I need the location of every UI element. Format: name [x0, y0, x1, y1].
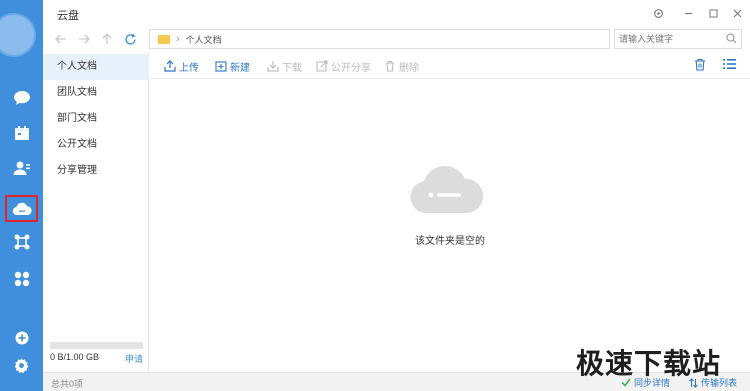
upload-button[interactable]: 上传 [164, 59, 199, 74]
sidebar-item-department-docs[interactable]: 部门文档 [43, 106, 149, 132]
delete-label: 删除 [399, 62, 419, 74]
sidebar-item-share-management[interactable]: 分享管理 [43, 158, 149, 184]
storage-progress-bar [50, 342, 143, 349]
sidebar: 个人文档 团队文档 部门文档 公开文档 分享管理 0 B/1.00 GB 申请 [43, 52, 149, 372]
add-icon[interactable] [0, 323, 43, 353]
public-share-button[interactable]: 公开分享 [316, 59, 371, 74]
apply-storage-link[interactable]: 申请 [125, 352, 143, 365]
storage-quota: 0 B/1.00 GB 申请 [50, 342, 143, 364]
refresh-icon[interactable] [122, 31, 138, 47]
download-label: 下载 [282, 62, 302, 74]
sidebar-item-public-docs[interactable]: 公开文档 [43, 132, 149, 158]
settings-icon[interactable] [0, 350, 43, 380]
navigation-bar: › 个人文档 [43, 26, 750, 52]
grid-apps-icon[interactable] [0, 264, 43, 294]
title-bar: 云盘 [43, 0, 750, 26]
upload-label: 上传 [179, 62, 199, 74]
gear-icon[interactable] [651, 6, 665, 20]
list-view-icon[interactable] [723, 58, 737, 72]
public-share-label: 公开分享 [331, 62, 371, 74]
search-input[interactable] [619, 33, 719, 45]
calendar-icon[interactable] [0, 118, 43, 148]
new-button[interactable]: 新建 [215, 59, 250, 74]
item-count: 总共0项 [51, 379, 84, 389]
watermark-text: 极速下载站 [576, 347, 722, 380]
app-logo [0, 8, 40, 58]
up-arrow-icon[interactable] [99, 31, 115, 47]
cloud-drive-icon[interactable] [5, 195, 38, 222]
recycle-bin-icon[interactable] [694, 58, 708, 72]
upload-icon [164, 60, 176, 72]
download-icon [267, 61, 279, 72]
trash-icon [386, 60, 394, 72]
storage-usage-text: 0 B/1.00 GB [50, 352, 100, 362]
empty-folder-cloud-icon [408, 165, 484, 218]
close-icon[interactable] [730, 6, 744, 20]
back-arrow-icon[interactable] [53, 31, 69, 47]
share-icon [316, 60, 328, 72]
minimize-icon[interactable] [681, 6, 695, 20]
download-button[interactable]: 下载 [267, 59, 302, 74]
folder-icon [158, 34, 170, 44]
apps-hub-icon[interactable] [0, 227, 43, 257]
forward-arrow-icon[interactable] [76, 31, 92, 47]
breadcrumb-current[interactable]: 个人文档 [186, 33, 222, 46]
sidebar-item-personal-docs[interactable]: 个人文档 [43, 54, 149, 80]
chevron-right-icon: › [176, 33, 180, 45]
search-box[interactable] [614, 29, 742, 49]
left-rail [0, 0, 43, 391]
chat-icon[interactable] [0, 83, 43, 113]
contacts-icon[interactable] [0, 153, 43, 183]
search-icon[interactable] [726, 33, 737, 47]
new-label: 新建 [230, 62, 250, 74]
new-folder-icon [215, 61, 227, 72]
delete-button[interactable]: 删除 [384, 59, 419, 74]
empty-folder-message: 该文件夹是空的 [415, 236, 485, 247]
sidebar-item-team-docs[interactable]: 团队文档 [43, 80, 149, 106]
maximize-icon[interactable] [706, 6, 720, 20]
app-title: 云盘 [57, 10, 79, 22]
breadcrumb[interactable]: › 个人文档 [149, 29, 610, 49]
toolbar: 上传 新建 下载 公开分享 删除 [150, 52, 750, 79]
